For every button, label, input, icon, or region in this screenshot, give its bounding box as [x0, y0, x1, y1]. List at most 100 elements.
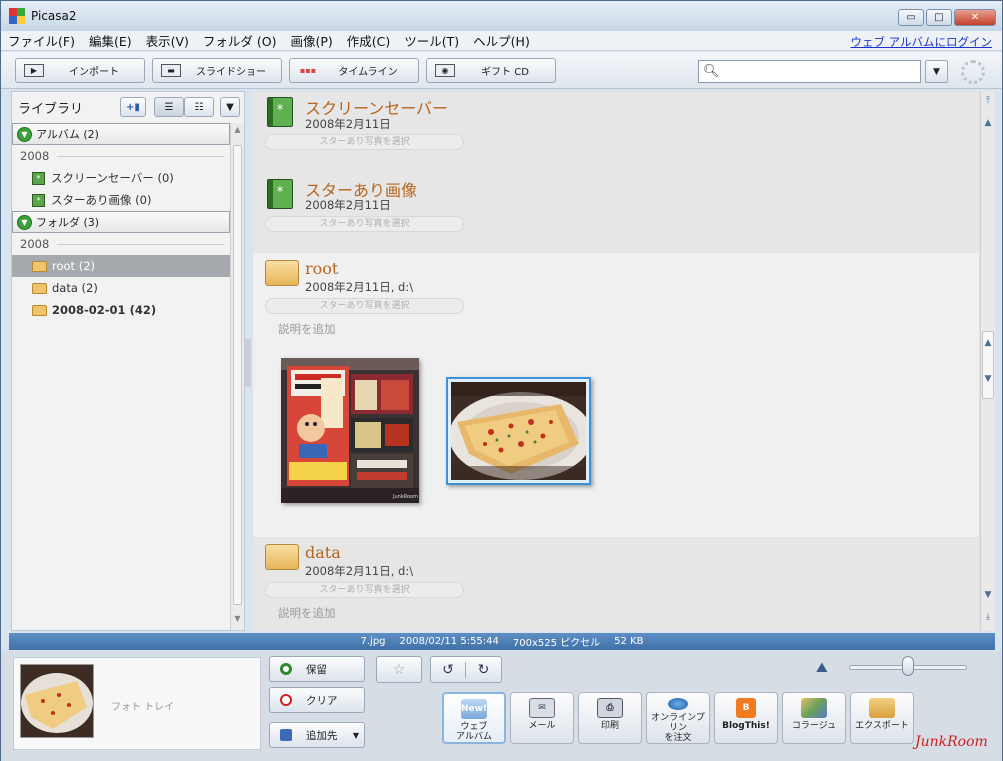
add-caption-link[interactable]: 説明を追加 — [278, 321, 336, 337]
folder-icon — [32, 304, 47, 316]
sidebar-item-label: root (2) — [52, 259, 96, 273]
pane-splitter[interactable] — [245, 339, 251, 387]
sidebar-item-label: data (2) — [52, 281, 98, 295]
hold-icon — [280, 663, 292, 675]
collage-label: コラージュ — [791, 721, 837, 731]
tray-thumbnail[interactable] — [20, 664, 94, 738]
add-to-label: 追加先 — [306, 729, 338, 742]
photo-thumbnail-selected[interactable] — [446, 377, 593, 485]
web-album-button[interactable]: New! ウェブ アルバム — [442, 692, 506, 744]
email-button[interactable]: ✉ メール — [510, 692, 574, 744]
clear-button[interactable]: クリア — [269, 687, 365, 713]
select-starred-button[interactable]: スターあり写真を選択 — [265, 134, 464, 150]
pizza-photo — [449, 382, 593, 480]
collapse-icon: ▼ — [17, 214, 32, 230]
sidebar-item-root-folder[interactable]: root (2) — [12, 255, 230, 277]
folder-icon — [265, 260, 299, 286]
sidebar-scrollbar[interactable]: ▲ ▼ — [230, 123, 244, 630]
print-label: 印刷 — [600, 721, 619, 731]
search-input[interactable] — [719, 61, 920, 82]
globe-icon — [668, 698, 688, 710]
main-scrollbar[interactable]: ⤒ ▲ ▲ ▼ ▼ ⤓ — [980, 91, 995, 631]
select-starred-button[interactable]: スターあり写真を選択 — [265, 216, 464, 232]
hold-button[interactable]: 保留 — [269, 656, 365, 682]
select-starred-button[interactable]: スターあり写真を選択 — [265, 582, 464, 598]
scroll-up-icon[interactable]: ▲ — [231, 125, 244, 139]
section-date: 2008年2月11日 — [305, 198, 391, 212]
album-icon: * — [32, 193, 45, 207]
scroll-down-small-icon[interactable]: ▼ — [981, 371, 995, 387]
menu-view[interactable]: 表示(V) — [139, 31, 196, 50]
menu-tools[interactable]: ツール(T) — [397, 31, 466, 50]
menu-edit[interactable]: 編集(E) — [82, 31, 139, 50]
web-album-login-link[interactable]: ウェブ アルバムにログイン — [850, 34, 992, 50]
scroll-top-icon[interactable]: ⤒ — [981, 93, 995, 109]
album-book-icon: * — [267, 97, 293, 127]
albums-group-header[interactable]: ▼ アルバム (2) — [12, 123, 230, 145]
section-title[interactable]: data — [305, 543, 341, 562]
maximize-button[interactable]: □ — [926, 9, 952, 26]
folder-icon — [32, 282, 47, 294]
sidebar-scroll-thumb[interactable] — [233, 145, 242, 605]
rotate-left-icon[interactable]: ↺ — [431, 661, 466, 678]
menu-help[interactable]: ヘルプ(H) — [466, 31, 537, 50]
star-button[interactable]: ☆ — [376, 656, 422, 683]
import-button[interactable]: ▶ インポート — [15, 58, 145, 83]
albums-group-label: アルバム (2) — [36, 128, 99, 141]
sidebar-item-label: スターあり画像 (0) — [51, 193, 152, 207]
folders-group-header[interactable]: ▼ フォルダ (3) — [12, 211, 230, 233]
export-button[interactable]: エクスポート — [850, 692, 914, 744]
blogthis-label: BlogThis! — [722, 721, 770, 731]
select-starred-button[interactable]: スターあり写真を選択 — [265, 298, 464, 314]
gift-cd-button[interactable]: ◉ ギフト CD — [426, 58, 556, 83]
slideshow-icon: ▬ — [161, 64, 181, 77]
section-date: 2008年2月11日, d:\ — [305, 564, 414, 578]
scroll-up-icon[interactable]: ▲ — [981, 115, 995, 131]
sidebar-item-starred-album[interactable]: * スターあり画像 (0) — [12, 189, 230, 211]
app-window: Picasa2 ▭ □ ✕ ファイル(F) 編集(E) 表示(V) フォルダ (… — [0, 0, 1003, 761]
scroll-down-icon[interactable]: ▼ — [981, 587, 995, 603]
zoom-slider-handle[interactable] — [902, 656, 914, 676]
menu-file[interactable]: ファイル(F) — [1, 31, 82, 50]
slideshow-button[interactable]: ▬ スライドショー — [152, 58, 282, 83]
search-options-button[interactable]: ▼ — [925, 60, 948, 83]
menu-picture[interactable]: 画像(P) — [284, 31, 340, 50]
blogthis-button[interactable]: B BlogThis! — [714, 692, 778, 744]
sidebar-item-data-folder[interactable]: data (2) — [12, 277, 230, 299]
zoom-icon: ⛰ — [816, 660, 828, 676]
add-to-album-button[interactable]: 追加先 ▼ — [269, 722, 365, 748]
photo-tray-panel: フォト トレイ 保留 クリア 追加先 ▼ ☆ ↺ ↻ ⛰ New! ウェブ アル… — [1, 651, 1002, 761]
collage-button[interactable]: コラージュ — [782, 692, 846, 744]
order-prints-button[interactable]: オンラインプリン を注文 — [646, 692, 710, 744]
minimize-button[interactable]: ▭ — [898, 9, 924, 26]
sidebar-item-label: スクリーンセーバー (0) — [51, 171, 174, 185]
loading-spinner-icon — [961, 60, 985, 84]
timeline-button[interactable]: ▪▪▪ タイムライン — [289, 58, 419, 83]
section-title[interactable]: root — [305, 259, 338, 278]
sidebar-item-screensaver-album[interactable]: * スクリーンセーバー (0) — [12, 167, 230, 189]
new-album-button[interactable]: +▮ — [120, 97, 146, 117]
timeline-label: タイムライン — [338, 67, 398, 78]
folder-icon — [265, 544, 299, 570]
scroll-up-small-icon[interactable]: ▲ — [981, 335, 995, 351]
scroll-down-icon[interactable]: ▼ — [231, 614, 244, 628]
rotate-right-icon[interactable]: ↻ — [466, 662, 501, 678]
print-button[interactable]: ⎙ 印刷 — [578, 692, 642, 744]
menu-create[interactable]: 作成(C) — [340, 31, 397, 50]
folders-group-label: フォルダ (3) — [36, 216, 100, 229]
sidebar-options-button[interactable]: ▼ — [220, 97, 240, 117]
camera-icon: ▶ — [24, 64, 44, 77]
add-caption-link[interactable]: 説明を追加 — [278, 605, 336, 621]
scroll-bottom-icon[interactable]: ⤓ — [981, 609, 995, 625]
menu-folder[interactable]: フォルダ (O) — [196, 31, 284, 50]
photo-thumbnail[interactable]: JunkRoom — [281, 358, 419, 503]
clear-label: クリア — [306, 694, 338, 707]
slideshow-label: スライドショー — [196, 67, 266, 78]
tree-view-button[interactable]: ☷ — [184, 97, 214, 117]
photo-tray: フォト トレイ — [13, 657, 261, 750]
export-folder-icon — [869, 698, 895, 718]
sidebar-item-2008-02-01-folder[interactable]: 2008-02-01 (42) — [12, 299, 230, 321]
close-button[interactable]: ✕ — [954, 9, 996, 26]
list-view-button[interactable]: ☰ — [154, 97, 184, 117]
window-title: Picasa2 — [31, 9, 77, 23]
